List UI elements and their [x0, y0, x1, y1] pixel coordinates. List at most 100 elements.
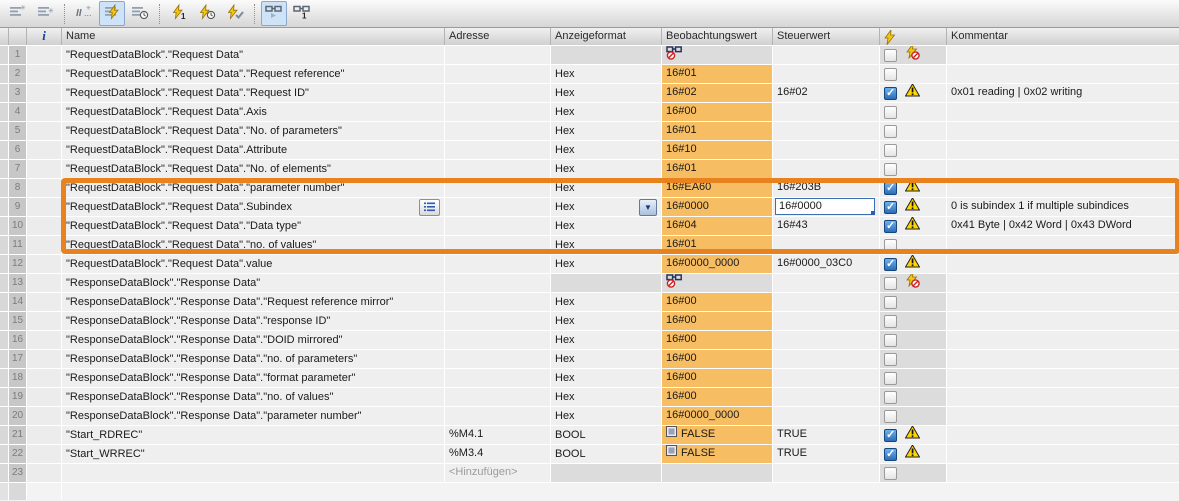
- modify-value-cell[interactable]: [773, 236, 880, 255]
- modify-value-cell[interactable]: [773, 331, 880, 350]
- monitor-value-cell[interactable]: 16#01: [662, 236, 773, 255]
- address-cell[interactable]: [445, 122, 551, 141]
- name-cell[interactable]: "RequestDataBlock"."Request Data"."Reque…: [62, 65, 445, 84]
- name-cell[interactable]: "ResponseDataBlock"."Response Data"."for…: [62, 369, 445, 388]
- monitor-value-cell[interactable]: 16#00: [662, 331, 773, 350]
- display-format-cell[interactable]: Hex: [551, 407, 662, 426]
- row-number[interactable]: 10: [9, 217, 27, 236]
- name-cell[interactable]: "Start_WRREC": [62, 445, 445, 464]
- row-number[interactable]: 17: [9, 350, 27, 369]
- comment-cell[interactable]: [947, 103, 1179, 122]
- name-cell[interactable]: "ResponseDataBlock"."Response Data"."no.…: [62, 388, 445, 407]
- modify-value-cell[interactable]: TRUE: [773, 426, 880, 445]
- row-number[interactable]: 18: [9, 369, 27, 388]
- monitor-value-cell[interactable]: 16#10: [662, 141, 773, 160]
- row-number[interactable]: 16: [9, 331, 27, 350]
- display-format-cell[interactable]: [551, 464, 662, 483]
- row-number[interactable]: 14: [9, 293, 27, 312]
- comment-cell[interactable]: [947, 331, 1179, 350]
- comment-cell[interactable]: [947, 179, 1179, 198]
- address-cell[interactable]: [445, 407, 551, 426]
- comment-cell[interactable]: [947, 464, 1179, 483]
- row-number[interactable]: 9: [9, 198, 27, 217]
- display-format-cell[interactable]: Hex: [551, 160, 662, 179]
- modify-value-cell[interactable]: 16#0000_03C0: [773, 255, 880, 274]
- address-cell[interactable]: %M3.4: [445, 445, 551, 464]
- name-cell[interactable]: "ResponseDataBlock"."Response Data"."par…: [62, 407, 445, 426]
- modify-value-cell[interactable]: [773, 141, 880, 160]
- comment-cell[interactable]: [947, 388, 1179, 407]
- monitor-value-column-header[interactable]: Beobachtungswert: [662, 28, 773, 45]
- row-number[interactable]: 23: [9, 464, 27, 483]
- modify-value-cell[interactable]: [773, 350, 880, 369]
- name-cell[interactable]: "RequestDataBlock"."Request Data"."No. o…: [62, 122, 445, 141]
- name-cell[interactable]: "ResponseDataBlock"."Response Data"."Req…: [62, 293, 445, 312]
- address-cell[interactable]: [445, 217, 551, 236]
- comment-cell[interactable]: [947, 293, 1179, 312]
- name-cell[interactable]: "RequestDataBlock"."Request Data".Attrib…: [62, 141, 445, 160]
- display-format-cell[interactable]: Hex: [551, 122, 662, 141]
- modify-checkbox[interactable]: [884, 429, 897, 442]
- name-cell[interactable]: "RequestDataBlock"."Request Data"."Data …: [62, 217, 445, 236]
- address-cell[interactable]: [445, 84, 551, 103]
- address-cell[interactable]: [445, 255, 551, 274]
- row-number[interactable]: 22: [9, 445, 27, 464]
- monitor-value-cell[interactable]: 16#02: [662, 84, 773, 103]
- display-format-cell[interactable]: Hex: [551, 84, 662, 103]
- monitor-value-cell[interactable]: 16#01: [662, 122, 773, 141]
- modify-checkbox[interactable]: [884, 353, 897, 366]
- modify-checkbox[interactable]: [884, 49, 897, 62]
- display-format-cell[interactable]: [551, 274, 662, 293]
- name-cell[interactable]: "RequestDataBlock"."Request Data".value: [62, 255, 445, 274]
- row-number[interactable]: 5: [9, 122, 27, 141]
- fill-handle[interactable]: [871, 211, 875, 215]
- address-cell[interactable]: [445, 350, 551, 369]
- modify-checkbox[interactable]: [884, 448, 897, 461]
- modify-value-cell[interactable]: [773, 122, 880, 141]
- name-cell[interactable]: "RequestDataBlock"."Request Data"."No. o…: [62, 160, 445, 179]
- address-cell[interactable]: <Hinzufügen>: [445, 464, 551, 483]
- modify-value-cell[interactable]: [773, 293, 880, 312]
- enable-peripheral-outputs-button[interactable]: [222, 1, 248, 26]
- address-cell[interactable]: [445, 331, 551, 350]
- display-format-cell[interactable]: Hex: [551, 331, 662, 350]
- name-cell[interactable]: "ResponseDataBlock"."Response Data"."no.…: [62, 350, 445, 369]
- modify-checkbox[interactable]: [884, 182, 897, 195]
- address-cell[interactable]: %M4.1: [445, 426, 551, 445]
- modify-checkbox[interactable]: [884, 87, 897, 100]
- modify-once-button[interactable]: 1: [166, 1, 192, 26]
- modify-value-cell[interactable]: TRUE: [773, 445, 880, 464]
- name-cell[interactable]: "ResponseDataBlock"."Response Data": [62, 274, 445, 293]
- modify-value-cell[interactable]: 16#02: [773, 84, 880, 103]
- expanded-mode-button[interactable]: II...✳: [71, 1, 97, 26]
- modify-value-input[interactable]: 16#0000: [775, 198, 875, 215]
- advanced-settings-button[interactable]: [127, 1, 153, 26]
- name-cell[interactable]: "RequestDataBlock"."Request Data"."no. o…: [62, 236, 445, 255]
- row-number[interactable]: 7: [9, 160, 27, 179]
- comment-cell[interactable]: [947, 312, 1179, 331]
- modify-checkbox[interactable]: [884, 296, 897, 309]
- modify-value-cell[interactable]: 16#203B: [773, 179, 880, 198]
- row-number[interactable]: 15: [9, 312, 27, 331]
- add-row-button[interactable]: ✳: [32, 1, 58, 26]
- address-cell[interactable]: [445, 274, 551, 293]
- insert-row-button[interactable]: ✳: [4, 1, 30, 26]
- modify-value-cell[interactable]: [773, 369, 880, 388]
- name-cell[interactable]: "RequestDataBlock"."Request Data".Subind…: [62, 198, 445, 217]
- display-format-cell[interactable]: Hex: [551, 369, 662, 388]
- modify-checkbox[interactable]: [884, 106, 897, 119]
- address-cell[interactable]: [445, 388, 551, 407]
- monitor-value-cell[interactable]: 16#00: [662, 388, 773, 407]
- modify-value-column-header[interactable]: Steuerwert: [773, 28, 880, 45]
- display-format-cell[interactable]: Hex ▼: [551, 198, 662, 217]
- modify-checkbox[interactable]: [884, 163, 897, 176]
- monitor-value-cell[interactable]: 16#01: [662, 160, 773, 179]
- modify-value-cell[interactable]: [773, 103, 880, 122]
- row-number[interactable]: 20: [9, 407, 27, 426]
- monitor-value-cell[interactable]: 16#04: [662, 217, 773, 236]
- monitor-value-cell[interactable]: FALSE: [662, 445, 773, 464]
- address-cell[interactable]: [445, 312, 551, 331]
- monitor-value-cell[interactable]: 16#0000_0000: [662, 255, 773, 274]
- row-number[interactable]: 6: [9, 141, 27, 160]
- comment-cell[interactable]: [947, 65, 1179, 84]
